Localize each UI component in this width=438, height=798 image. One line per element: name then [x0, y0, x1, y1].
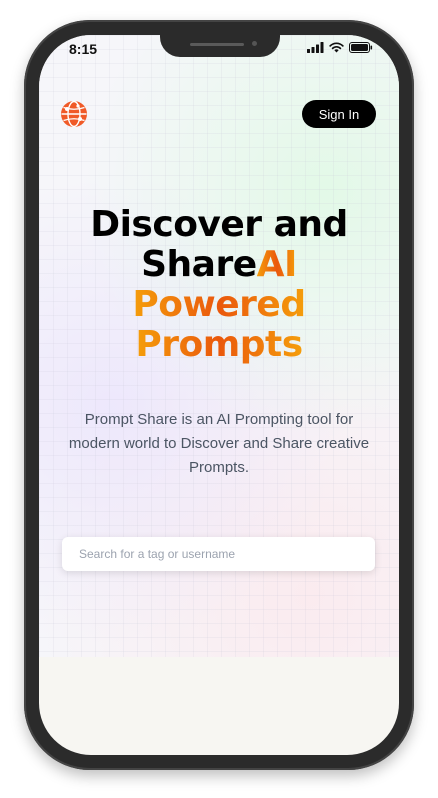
globe-network-icon[interactable] — [60, 100, 88, 128]
headline-line-1: Discover and — [90, 204, 348, 245]
headline-ai-text: AI — [256, 244, 298, 285]
search-input[interactable] — [62, 537, 375, 571]
status-time: 8:15 — [69, 41, 98, 57]
headline-share-text: Share — [141, 244, 257, 285]
phone-screen: 8:15 Sign In Discover and ShareAI Powere… — [39, 35, 399, 755]
wifi-icon — [329, 42, 344, 53]
headline-prompts-text: Prompts — [135, 324, 303, 365]
front-camera — [252, 41, 257, 46]
status-icons — [307, 42, 373, 53]
signal-icon — [307, 42, 324, 53]
battery-icon — [349, 42, 373, 53]
hero-description: Prompt Share is an AI Prompting tool for… — [68, 411, 370, 476]
notch — [160, 35, 280, 57]
phone-frame: 8:15 Sign In Discover and ShareAI Powere… — [24, 20, 414, 770]
hero-headline: Discover and ShareAI Powered Prompts — [39, 205, 399, 365]
sign-in-button[interactable]: Sign In — [302, 100, 376, 128]
speaker-grille — [190, 43, 244, 46]
headline-powered-text: Powered — [132, 284, 306, 325]
